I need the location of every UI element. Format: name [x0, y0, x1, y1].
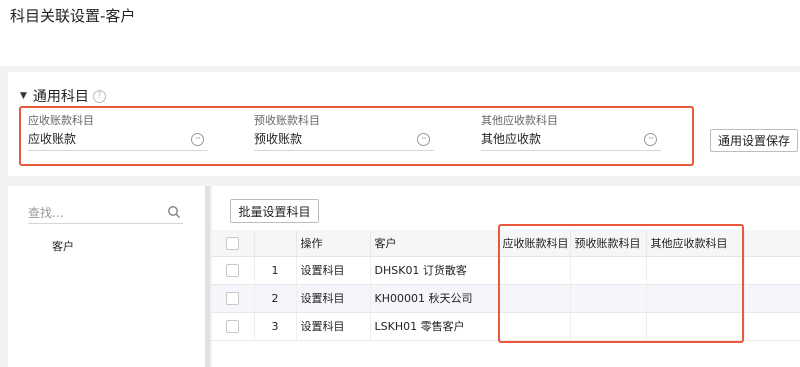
search-box — [28, 202, 183, 224]
advance-input[interactable]: 预收账款 ··· — [254, 129, 434, 151]
col-index — [254, 230, 297, 257]
header-bar: 科目关联设置-客户 — [0, 0, 800, 66]
advance-cell[interactable] — [570, 312, 647, 341]
section-title: 通用科目 — [32, 89, 89, 105]
row-index: 3 — [254, 312, 297, 341]
col-customer: 客户 — [370, 230, 499, 257]
advance-cell[interactable] — [570, 284, 647, 313]
col-receivable: 应收账款科目 — [498, 230, 571, 257]
more-icon[interactable]: ··· — [417, 133, 430, 146]
customer-cell: KH00001 秋天公司 — [370, 284, 499, 313]
other-receivable-cell[interactable] — [646, 312, 745, 341]
row-index: 1 — [254, 256, 297, 285]
page-title: 科目关联设置-客户 — [10, 7, 136, 25]
search-input[interactable] — [28, 203, 158, 223]
other-receivable-value: 其他应收款 — [481, 132, 542, 146]
receivable-label: 应收账款科目 — [28, 114, 94, 127]
collapse-caret-icon[interactable]: ▼ — [20, 91, 27, 101]
table-header-row: 操作 客户 应收账款科目 预收账款科目 其他应收款科目 — [212, 230, 800, 257]
save-general-button[interactable]: 通用设置保存 — [710, 129, 798, 152]
receivable-value: 应收账款 — [28, 132, 77, 146]
advance-cell[interactable] — [570, 256, 647, 285]
customer-cell: LSKH01 零售客户 — [370, 312, 499, 341]
set-account-link[interactable]: 设置科目 — [296, 256, 371, 285]
col-action: 操作 — [296, 230, 371, 257]
receivable-cell[interactable] — [498, 256, 571, 285]
advance-label: 预收账款科目 — [254, 114, 320, 127]
tree-item-customer[interactable]: 客户 — [52, 238, 74, 254]
panel-splitter[interactable] — [205, 186, 210, 367]
table-row[interactable]: 2 设置科目 KH00001 秋天公司 — [212, 284, 800, 313]
receivable-field: 应收账款科目 应收账款 ··· — [28, 114, 208, 151]
receivable-cell[interactable] — [498, 284, 571, 313]
set-account-link[interactable]: 设置科目 — [296, 312, 371, 341]
customer-table: 操作 客户 应收账款科目 预收账款科目 其他应收款科目 1 设置科目 DHSK0… — [212, 230, 800, 341]
row-checkbox[interactable] — [212, 312, 255, 341]
col-spacer — [744, 230, 800, 257]
grid-panel: 批量设置科目 操作 客户 应收账款科目 预收账款科目 其他应收款科目 1 设置科… — [212, 186, 800, 367]
advance-field: 预收账款科目 预收账款 ··· — [254, 114, 434, 151]
section-header[interactable]: ▼ 通用科目 ? — [20, 86, 106, 106]
advance-value: 预收账款 — [254, 132, 303, 146]
general-settings-panel: ▼ 通用科目 ? 应收账款科目 应收账款 ··· 预收账款科目 预收账款 ···… — [8, 72, 800, 176]
col-advance: 预收账款科目 — [570, 230, 647, 257]
row-index: 2 — [254, 284, 297, 313]
spacer-cell — [744, 312, 800, 341]
other-receivable-field: 其他应收款科目 其他应收款 ··· — [481, 114, 661, 151]
batch-set-button[interactable]: 批量设置科目 — [230, 199, 319, 223]
receivable-input[interactable]: 应收账款 ··· — [28, 129, 208, 151]
help-icon[interactable]: ? — [92, 89, 106, 103]
table-row[interactable]: 3 设置科目 LSKH01 零售客户 — [212, 312, 800, 341]
other-receivable-input[interactable]: 其他应收款 ··· — [481, 129, 661, 151]
tree-panel: 客户 — [8, 186, 205, 367]
spacer-cell — [744, 284, 800, 313]
col-other-receivable: 其他应收款科目 — [646, 230, 745, 257]
table-row[interactable]: 1 设置科目 DHSK01 订货散客 — [212, 256, 800, 285]
receivable-cell[interactable] — [498, 312, 571, 341]
row-checkbox[interactable] — [212, 284, 255, 313]
more-icon[interactable]: ··· — [191, 133, 204, 146]
other-receivable-label: 其他应收款科目 — [481, 114, 558, 127]
set-account-link[interactable]: 设置科目 — [296, 284, 371, 313]
other-receivable-cell[interactable] — [646, 284, 745, 313]
row-checkbox[interactable] — [212, 256, 255, 285]
spacer-cell — [744, 256, 800, 285]
customer-cell: DHSK01 订货散客 — [370, 256, 499, 285]
select-all-checkbox[interactable] — [212, 230, 255, 257]
more-icon[interactable]: ··· — [644, 133, 657, 146]
other-receivable-cell[interactable] — [646, 256, 745, 285]
search-icon[interactable] — [167, 205, 181, 219]
